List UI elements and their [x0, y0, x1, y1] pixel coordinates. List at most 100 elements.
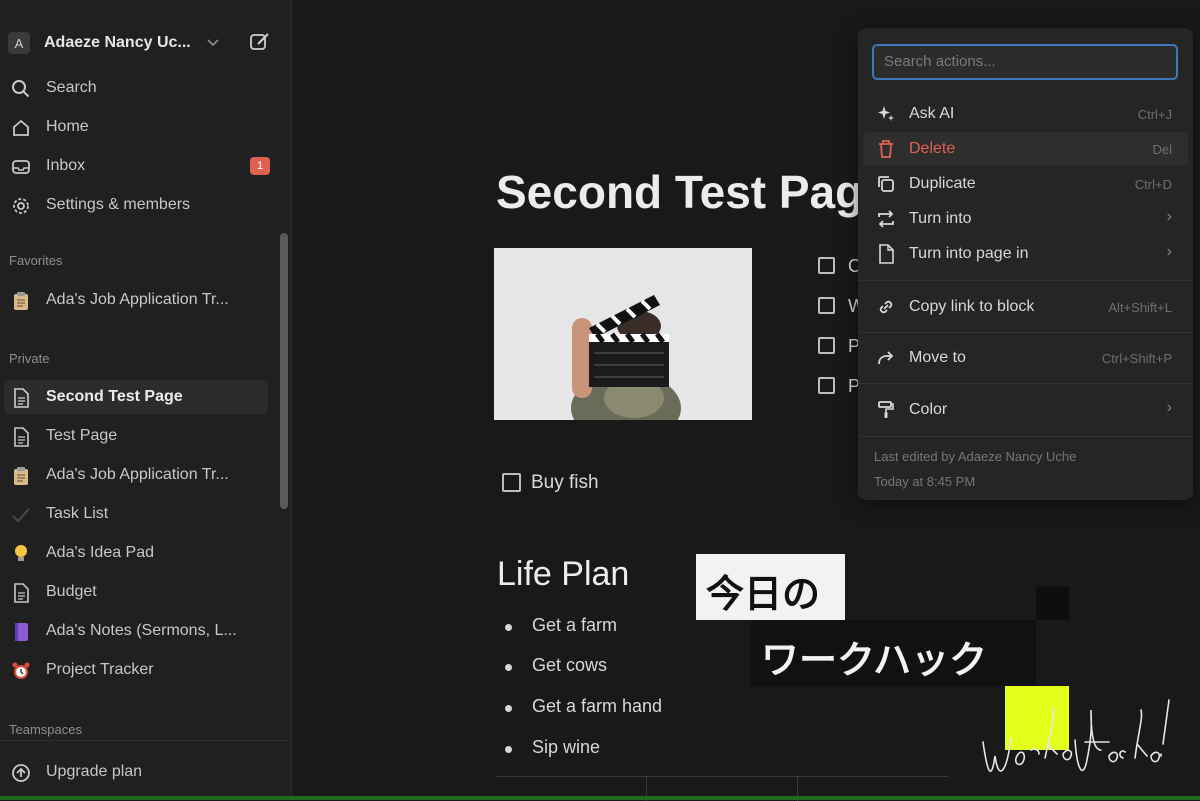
section-label-favorites: Favorites	[9, 253, 63, 268]
clipboard-icon	[10, 465, 32, 487]
list-item-text: Get cows	[532, 655, 608, 675]
menu-item-duplicate[interactable]: Duplicate Ctrl+D	[863, 167, 1188, 201]
todo-checkbox[interactable]	[818, 297, 835, 314]
sidebar-item-settings[interactable]: Settings & members	[0, 188, 291, 222]
home-icon	[10, 117, 32, 139]
new-page-icon[interactable]	[249, 31, 271, 58]
menu-item-color[interactable]: Color ›	[863, 393, 1188, 427]
last-edited-by: Last edited by Adaeze Nancy Uche	[874, 449, 1077, 464]
sidebar-item-label: Settings & members	[46, 196, 191, 213]
todo-checkbox[interactable]	[818, 337, 835, 354]
menu-item-label: Turn into page in	[909, 245, 1029, 262]
sidebar-item-label: Second Test Page	[46, 388, 183, 405]
page-icon	[10, 426, 32, 448]
upgrade-plan-label: Upgrade plan	[46, 763, 143, 780]
sidebar-item-job-application[interactable]: Ada's Job Application Tr...	[0, 458, 291, 492]
menu-item-label: Copy link to block	[909, 298, 1035, 315]
sidebar-item-project-tracker[interactable]: Project Tracker	[0, 653, 291, 687]
menu-item-move-to[interactable]: Move to Ctrl+Shift+P	[863, 341, 1188, 375]
sidebar: A Adaeze Nancy Uc... Search Home Inbox 1…	[0, 0, 292, 800]
section-label-teamspaces: Teamspaces	[9, 722, 82, 737]
workspace-switcher[interactable]: A Adaeze Nancy Uc...	[8, 28, 281, 58]
shortcut-label: Ctrl+D	[1134, 177, 1172, 192]
menu-divider	[858, 383, 1193, 384]
list-item[interactable]: Get a farm	[505, 615, 617, 636]
search-actions-field[interactable]	[872, 44, 1178, 80]
sidebar-item-second-test-page[interactable]: Second Test Page	[4, 380, 268, 414]
list-item-text: Get a farm	[532, 615, 618, 635]
menu-item-delete[interactable]: Delete Del	[863, 132, 1188, 166]
menu-item-label: Color	[909, 401, 948, 418]
sidebar-item-label: Search	[46, 79, 97, 96]
menu-item-label: Ask AI	[909, 105, 955, 122]
sidebar-item-test-page[interactable]: Test Page	[0, 419, 291, 453]
sidebar-item-label: Ada's Job Application Tr...	[46, 291, 229, 308]
shortcut-label: Ctrl+J	[1137, 107, 1172, 122]
todo-checkbox[interactable]	[818, 257, 835, 274]
chevron-down-icon[interactable]	[207, 36, 219, 50]
heading-life-plan[interactable]: Life Plan	[497, 555, 629, 594]
sidebar-item-favorite-job-application[interactable]: Ada's Job Application Tr...	[0, 283, 291, 317]
menu-item-ask-ai[interactable]: Ask AI Ctrl+J	[863, 97, 1188, 131]
sidebar-item-label: Inbox	[46, 157, 86, 174]
sidebar-item-label: Ada's Notes (Sermons, L...	[46, 622, 237, 639]
turn-into-icon	[875, 208, 897, 230]
sidebar-item-task-list[interactable]: Task List	[0, 497, 291, 531]
overlay-caption-top: 今日の	[696, 554, 845, 620]
page-icon	[10, 387, 32, 409]
last-edited-time: Today at 8:45 PM	[874, 474, 976, 489]
section-label-private: Private	[9, 351, 50, 366]
overlay-caption-bottom: ワークハック	[751, 620, 1036, 686]
sidebar-item-budget[interactable]: Budget	[0, 575, 291, 609]
lightbulb-icon	[10, 543, 32, 565]
link-icon	[875, 296, 897, 318]
sidebar-item-label: Test Page	[46, 427, 118, 444]
signature-logo	[982, 699, 1170, 772]
todo-checkbox-buy-fish[interactable]	[502, 473, 521, 492]
sidebar-item-label: Task List	[46, 505, 109, 522]
list-item[interactable]: Sip wine	[505, 737, 600, 758]
trash-icon	[875, 138, 897, 160]
sidebar-scrollbar[interactable]	[280, 233, 288, 509]
cover-image	[494, 248, 752, 420]
sidebar-item-label: Budget	[46, 583, 97, 600]
menu-item-turn-into[interactable]: Turn into ›	[863, 202, 1188, 236]
todo-checkbox[interactable]	[818, 377, 835, 394]
page-title[interactable]: Second Test Page	[496, 165, 889, 219]
sidebar-item-idea-pad[interactable]: Ada's Idea Pad	[0, 536, 291, 570]
workspace-avatar: A	[8, 32, 30, 54]
list-item[interactable]: Get cows	[505, 655, 607, 676]
list-item-text: Get a farm hand	[532, 696, 663, 716]
paint-roller-icon	[875, 399, 897, 421]
chevron-right-icon: ›	[1166, 208, 1172, 225]
menu-divider	[858, 436, 1193, 437]
block-actions-menu: Ask AI Ctrl+J Delete Del Duplicate Ctrl+…	[858, 28, 1193, 500]
checkmark-icon	[10, 504, 32, 526]
upgrade-plan-button[interactable]: Upgrade plan	[0, 755, 291, 789]
search-icon	[10, 78, 32, 100]
shortcut-label: Del	[1152, 142, 1172, 157]
shortcut-label: Ctrl+Shift+P	[1101, 351, 1172, 366]
sidebar-item-notes[interactable]: Ada's Notes (Sermons, L...	[0, 614, 291, 648]
menu-divider	[858, 332, 1193, 333]
sidebar-footer: Upgrade plan	[0, 740, 291, 801]
overlay-caption-text: 今日の	[706, 574, 821, 616]
sidebar-item-inbox[interactable]: Inbox 1	[0, 149, 291, 183]
inbox-count-badge: 1	[250, 157, 270, 175]
list-item[interactable]: Get a farm hand	[505, 696, 662, 717]
search-actions-input[interactable]	[882, 52, 1171, 71]
move-arrow-icon	[875, 347, 897, 369]
sidebar-item-home[interactable]: Home	[0, 110, 291, 144]
sidebar-item-label: Ada's Idea Pad	[46, 544, 155, 561]
sidebar-item-search[interactable]: Search	[0, 71, 291, 105]
sidebar-item-label: Home	[46, 118, 89, 135]
gear-icon	[10, 195, 32, 217]
chevron-right-icon: ›	[1166, 399, 1172, 416]
duplicate-icon	[875, 173, 897, 195]
menu-item-copy-link[interactable]: Copy link to block Alt+Shift+L	[863, 290, 1188, 324]
menu-item-turn-into-page-in[interactable]: Turn into page in ›	[863, 237, 1188, 271]
todo-label-buy-fish[interactable]: Buy fish	[531, 472, 599, 494]
sparkle-icon	[875, 103, 897, 125]
notebook-icon	[10, 621, 32, 643]
page-icon	[875, 243, 897, 265]
